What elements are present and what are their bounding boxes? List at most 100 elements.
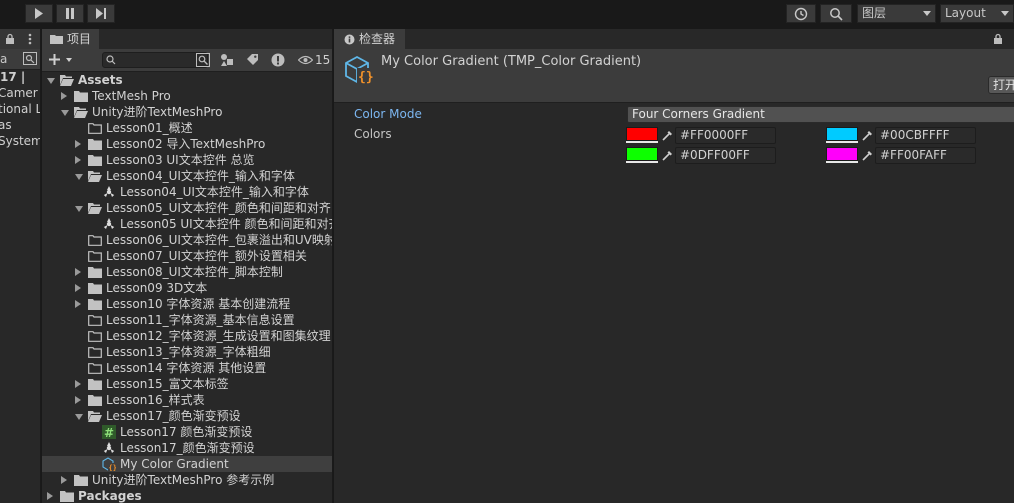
- expanded-arrow-icon[interactable]: [47, 78, 55, 84]
- hierarchy-search-stub[interactable]: a: [0, 52, 7, 66]
- folder-icon: [88, 266, 102, 278]
- collapsed-arrow-icon[interactable]: [47, 492, 53, 500]
- color-swatch-top-right[interactable]: [826, 127, 858, 143]
- tree-row-label: Lesson03 UI文本控件 总览: [106, 153, 255, 167]
- warning-icon[interactable]: [271, 53, 285, 67]
- tree-row[interactable]: Lesson12_字体资源_生成设置和图集纹理: [42, 328, 332, 344]
- eyedropper-icon[interactable]: [661, 128, 675, 142]
- tree-row[interactable]: Lesson06_UI文本控件_包裹溢出和UV映射: [42, 232, 332, 248]
- hex-field-top-right[interactable]: #00CBFFFF: [875, 127, 976, 144]
- tree-row[interactable]: Packages: [42, 488, 332, 503]
- step-button[interactable]: [87, 4, 115, 23]
- unity-scene-icon: [102, 217, 116, 229]
- tree-row[interactable]: Unity进阶TextMeshPro 参考示例: [42, 472, 332, 488]
- eyedropper-icon[interactable]: [661, 148, 675, 162]
- lock-icon[interactable]: [993, 33, 1003, 45]
- filter-by-label-icon[interactable]: [246, 53, 259, 66]
- tree-row[interactable]: # Lesson17 颜色渐变预设: [42, 424, 332, 440]
- create-dropdown[interactable]: [47, 51, 77, 68]
- tree-row[interactable]: Lesson04_UI文本控件_输入和字体: [42, 168, 332, 184]
- tree-row[interactable]: Lesson01_概述: [42, 120, 332, 136]
- alpha-bar: [626, 161, 658, 163]
- tree-row[interactable]: Lesson03 UI文本控件 总览: [42, 152, 332, 168]
- tree-row[interactable]: TextMesh Pro: [42, 88, 332, 104]
- swatch-fill: [826, 147, 858, 161]
- tree-row[interactable]: Unity进阶TextMeshPro: [42, 104, 332, 120]
- history-icon: [794, 7, 808, 20]
- tree-row[interactable]: Lesson08_UI文本控件_脚本控制: [42, 264, 332, 280]
- eyedropper-icon[interactable]: [861, 148, 875, 162]
- search-button[interactable]: [820, 4, 852, 23]
- tree-row[interactable]: Lesson04_UI文本控件_输入和字体: [42, 184, 332, 200]
- folder-icon: [88, 298, 102, 310]
- hierarchy-item-directional-light[interactable]: tional L: [0, 102, 40, 116]
- folder-open-icon: [88, 410, 102, 422]
- folder-open-icon: [88, 170, 102, 182]
- layers-dropdown[interactable]: 图层: [857, 4, 936, 23]
- tree-row[interactable]: Lesson17_颜色渐变预设: [42, 408, 332, 424]
- tree-row[interactable]: {}My Color Gradient: [42, 456, 332, 472]
- tree-row-label: Lesson17 颜色渐变预设: [120, 425, 253, 439]
- project-toolbar: 15: [42, 49, 332, 72]
- expanded-arrow-icon[interactable]: [75, 414, 83, 420]
- tree-row[interactable]: Lesson05 UI文本控件 颜色和间距和对齐: [42, 216, 332, 232]
- collapsed-arrow-icon[interactable]: [75, 284, 81, 292]
- tab-project[interactable]: 项目: [42, 29, 100, 49]
- color-mode-dropdown[interactable]: Four Corners Gradient: [627, 106, 1014, 123]
- lock-icon[interactable]: [5, 33, 15, 45]
- hierarchy-item-eventsystem[interactable]: System: [0, 134, 40, 148]
- expanded-arrow-icon[interactable]: [61, 110, 69, 116]
- collapsed-arrow-icon[interactable]: [75, 396, 81, 404]
- history-button[interactable]: [786, 4, 816, 23]
- hex-field-bottom-left[interactable]: #0DFF00FF: [675, 147, 776, 164]
- scene-root-count[interactable]: 17 |: [0, 70, 25, 84]
- expanded-arrow-icon[interactable]: [75, 206, 83, 212]
- collapsed-arrow-icon[interactable]: [61, 476, 67, 484]
- tree-row[interactable]: Assets: [42, 72, 332, 88]
- hierarchy-item-canvas[interactable]: as: [0, 118, 12, 132]
- plus-icon: [49, 54, 60, 65]
- collapsed-arrow-icon[interactable]: [75, 156, 81, 164]
- folder-empty-icon: [88, 330, 102, 342]
- collapsed-arrow-icon[interactable]: [75, 380, 81, 388]
- tree-row[interactable]: Lesson16_样式表: [42, 392, 332, 408]
- color-swatch-bottom-left[interactable]: [626, 147, 658, 163]
- hex-field-bottom-right[interactable]: #FF00FAFF: [875, 147, 976, 164]
- hex-field-top-left[interactable]: #FF0000FF: [675, 127, 776, 144]
- tree-row[interactable]: Lesson02 导入TextMeshPro: [42, 136, 332, 152]
- tree-row[interactable]: Lesson14 字体资源 其他设置: [42, 360, 332, 376]
- tree-row[interactable]: Lesson13_字体资源_字体粗细: [42, 344, 332, 360]
- open-button[interactable]: 打开: [988, 76, 1014, 94]
- tab-inspector[interactable]: 检查器: [334, 29, 406, 49]
- collapsed-arrow-icon[interactable]: [75, 300, 81, 308]
- tree-row[interactable]: Lesson10 字体资源 基本创建流程: [42, 296, 332, 312]
- collapsed-arrow-icon[interactable]: [61, 92, 67, 100]
- tree-row[interactable]: Lesson05_UI文本控件_颜色和间距和对齐: [42, 200, 332, 216]
- hidden-packages-toggle[interactable]: 15: [296, 51, 332, 69]
- collapsed-arrow-icon[interactable]: [75, 268, 81, 276]
- color-mode-value: Four Corners Gradient: [632, 107, 765, 121]
- tree-row[interactable]: Lesson17_颜色渐变预设: [42, 440, 332, 456]
- tree-row[interactable]: Lesson07_UI文本控件_额外设置相关: [42, 248, 332, 264]
- kebab-menu-icon[interactable]: [28, 33, 32, 45]
- collapsed-arrow-icon[interactable]: [75, 140, 81, 148]
- search-by-type-icon[interactable]: [196, 53, 210, 67]
- expanded-arrow-icon[interactable]: [75, 174, 83, 180]
- eyedropper-icon[interactable]: [861, 128, 875, 142]
- tree-row[interactable]: Lesson11_字体资源_基本信息设置: [42, 312, 332, 328]
- hierarchy-item-camera[interactable]: Camer: [0, 86, 38, 100]
- hierarchy-toolbar: a: [0, 49, 40, 70]
- alpha-bar: [826, 161, 858, 163]
- tree-row-label: Assets: [78, 73, 123, 87]
- pause-button[interactable]: [56, 4, 84, 23]
- tree-row-label: Lesson12_字体资源_生成设置和图集纹理: [106, 329, 331, 343]
- color-swatch-top-left[interactable]: [626, 127, 658, 143]
- tree-row[interactable]: Lesson09 3D文本: [42, 280, 332, 296]
- layout-dropdown[interactable]: Layout: [940, 4, 1014, 23]
- tree-row[interactable]: Lesson15_富文本标签: [42, 376, 332, 392]
- search-input[interactable]: [102, 52, 208, 68]
- color-swatch-bottom-right[interactable]: [826, 147, 858, 163]
- search-by-type-icon[interactable]: [23, 52, 37, 65]
- filter-by-type-icon[interactable]: [220, 53, 234, 67]
- play-button[interactable]: [25, 4, 53, 23]
